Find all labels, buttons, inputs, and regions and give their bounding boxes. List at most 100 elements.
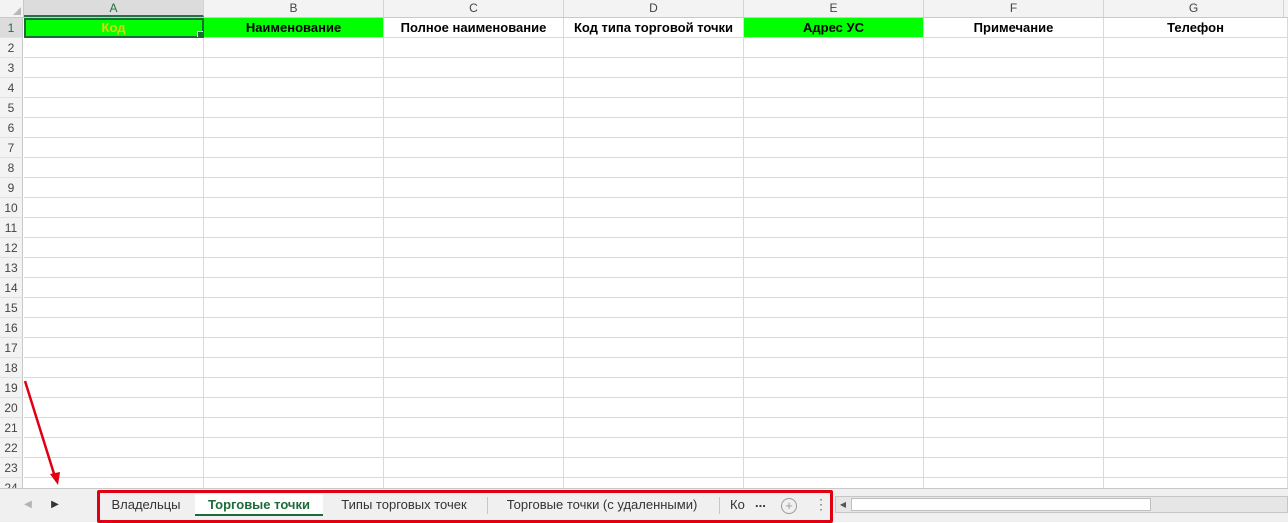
grid-cell[interactable] xyxy=(24,298,204,318)
grid-cell[interactable] xyxy=(24,418,204,438)
grid-cell[interactable] xyxy=(924,178,1104,198)
grid-cell[interactable] xyxy=(24,318,204,338)
grid-cell[interactable] xyxy=(564,418,744,438)
grid-cell[interactable] xyxy=(924,258,1104,278)
grid-cell[interactable] xyxy=(204,98,384,118)
row-number[interactable]: 11 xyxy=(0,218,23,238)
grid-cell[interactable] xyxy=(744,198,924,218)
grid-cell[interactable] xyxy=(24,118,204,138)
grid-cell[interactable] xyxy=(204,478,384,488)
grid-cell[interactable] xyxy=(564,338,744,358)
grid-cell[interactable] xyxy=(744,118,924,138)
grid-cell[interactable] xyxy=(1104,158,1288,178)
grid-cell[interactable] xyxy=(24,78,204,98)
grid-cell[interactable] xyxy=(744,278,924,298)
column-letter-f[interactable]: F xyxy=(924,0,1104,17)
grid-cell[interactable] xyxy=(564,218,744,238)
grid-cell[interactable] xyxy=(744,258,924,278)
triangle-right-icon[interactable]: ▶ xyxy=(47,497,63,513)
grid-cell[interactable] xyxy=(564,158,744,178)
grid-cell[interactable] xyxy=(1104,98,1288,118)
row-number[interactable]: 16 xyxy=(0,318,23,338)
grid-cell[interactable] xyxy=(24,178,204,198)
column-letter-b[interactable]: B xyxy=(204,0,384,17)
grid-cell[interactable] xyxy=(204,318,384,338)
grid-cell[interactable] xyxy=(24,158,204,178)
column-letter-a[interactable]: A xyxy=(24,0,204,17)
grid-cell[interactable] xyxy=(1104,258,1288,278)
grid-cell[interactable] xyxy=(564,298,744,318)
grid-cell[interactable] xyxy=(384,378,564,398)
grid-cell[interactable] xyxy=(924,98,1104,118)
row-number[interactable]: 24 xyxy=(0,478,23,488)
grid-cell[interactable] xyxy=(564,78,744,98)
grid-cell[interactable] xyxy=(924,378,1104,398)
grid-cell[interactable] xyxy=(924,78,1104,98)
grid-cell[interactable] xyxy=(384,418,564,438)
grid-cell[interactable] xyxy=(384,138,564,158)
grid-cell[interactable] xyxy=(204,398,384,418)
grid-cell[interactable] xyxy=(1104,298,1288,318)
grid-cell[interactable] xyxy=(204,278,384,298)
grid-cell[interactable] xyxy=(1104,238,1288,258)
grid-cell[interactable] xyxy=(384,318,564,338)
grid-cell[interactable] xyxy=(564,318,744,338)
grid-cell[interactable] xyxy=(204,338,384,358)
grid-cell[interactable] xyxy=(564,438,744,458)
grid-cell[interactable] xyxy=(564,198,744,218)
cell-e1-header-address[interactable]: Адрес УС xyxy=(744,18,924,38)
cell-d1-header-type-code[interactable]: Код типа торговой точки xyxy=(564,18,744,38)
grid-cell[interactable] xyxy=(1104,218,1288,238)
grid-cell[interactable] xyxy=(1104,478,1288,488)
grid-cell[interactable] xyxy=(204,438,384,458)
grid-cell[interactable] xyxy=(564,478,744,488)
grid-cell[interactable] xyxy=(204,458,384,478)
grid-cell[interactable] xyxy=(204,178,384,198)
grid-cell[interactable] xyxy=(24,218,204,238)
grid-cell[interactable] xyxy=(1104,198,1288,218)
grid-cell[interactable] xyxy=(384,358,564,378)
grid-cell[interactable] xyxy=(924,478,1104,488)
grid-cell[interactable] xyxy=(564,238,744,258)
grid-cell[interactable] xyxy=(24,58,204,78)
grid-cell[interactable] xyxy=(924,118,1104,138)
grid-cell[interactable] xyxy=(1104,398,1288,418)
row-number[interactable]: 19 xyxy=(0,378,23,398)
grid-cell[interactable] xyxy=(1104,318,1288,338)
grid-cell[interactable] xyxy=(384,118,564,138)
grid-cell[interactable] xyxy=(384,478,564,488)
grid-cell[interactable] xyxy=(24,378,204,398)
cell-f1-header-note[interactable]: Примечание xyxy=(924,18,1104,38)
grid-cell[interactable] xyxy=(744,138,924,158)
grid-cell[interactable] xyxy=(204,198,384,218)
select-all-corner[interactable] xyxy=(0,0,24,17)
grid-cell[interactable] xyxy=(924,278,1104,298)
grid-cell[interactable] xyxy=(924,138,1104,158)
grid-cell[interactable] xyxy=(924,58,1104,78)
grid-cell[interactable] xyxy=(1104,278,1288,298)
grid-cell[interactable] xyxy=(924,158,1104,178)
grid-cell[interactable] xyxy=(744,358,924,378)
grid-cell[interactable] xyxy=(204,298,384,318)
scroll-left-icon[interactable]: ◀ xyxy=(836,497,850,512)
grid-cell[interactable] xyxy=(24,138,204,158)
grid-cell[interactable] xyxy=(564,398,744,418)
scrollbar-thumb[interactable] xyxy=(851,498,1151,511)
row-number[interactable]: 12 xyxy=(0,238,23,258)
grid-cell[interactable] xyxy=(564,118,744,138)
cell-a1-header-kod[interactable]: Код xyxy=(24,18,204,38)
grid-cell[interactable] xyxy=(1104,58,1288,78)
grid-cell[interactable] xyxy=(1104,418,1288,438)
row-number[interactable]: 5 xyxy=(0,98,23,118)
row-number[interactable]: 7 xyxy=(0,138,23,158)
row-number[interactable]: 8 xyxy=(0,158,23,178)
column-letter-d[interactable]: D xyxy=(564,0,744,17)
grid-cell[interactable] xyxy=(384,38,564,58)
grid-cell[interactable] xyxy=(744,178,924,198)
grid-cell[interactable] xyxy=(384,278,564,298)
grid-cell[interactable] xyxy=(384,98,564,118)
grid-cell[interactable] xyxy=(1104,458,1288,478)
grid-cell[interactable] xyxy=(924,398,1104,418)
grid-cell[interactable] xyxy=(564,58,744,78)
column-letter-g[interactable]: G xyxy=(1104,0,1284,17)
